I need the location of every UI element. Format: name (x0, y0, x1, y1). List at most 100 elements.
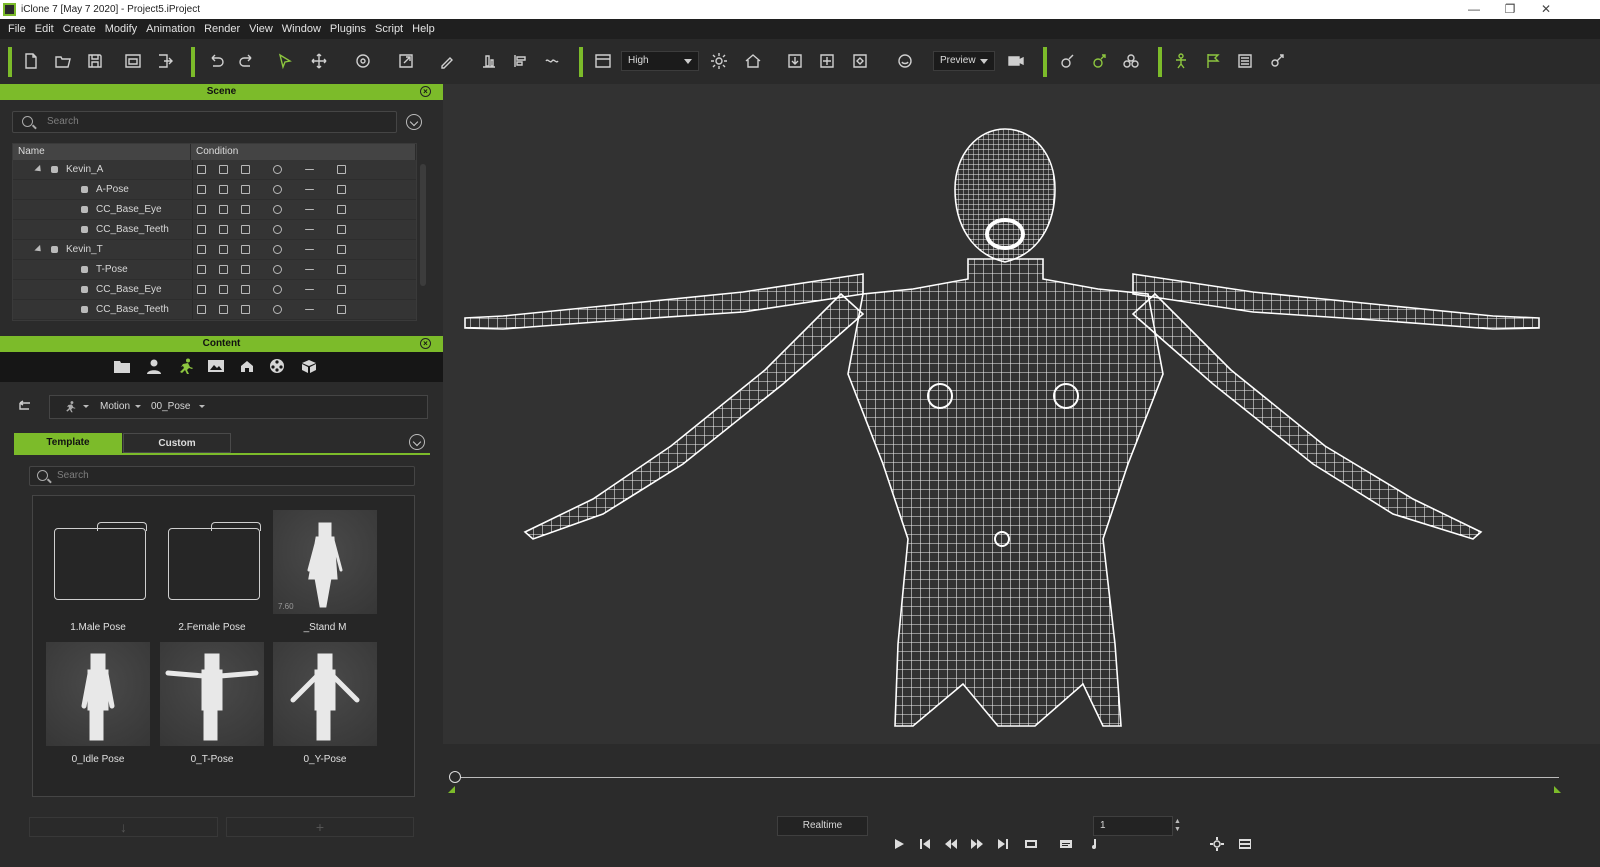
light-icon[interactable] (708, 50, 730, 72)
pick-icon[interactable] (436, 50, 458, 72)
camera-icon[interactable] (1005, 50, 1027, 72)
ik-edit-icon[interactable] (1056, 50, 1078, 72)
add-icon[interactable]: + (226, 817, 414, 837)
line-icon[interactable] (305, 189, 314, 190)
expression-icon[interactable] (894, 50, 916, 72)
pose-tile[interactable]: 0_T-Pose (160, 642, 264, 765)
timeline-toggle-icon[interactable] (1238, 837, 1254, 853)
stage-icon[interactable] (207, 358, 229, 376)
cube-icon[interactable] (241, 165, 250, 174)
align-icon[interactable] (510, 50, 532, 72)
mask-icon[interactable] (273, 285, 282, 294)
home-icon[interactable] (742, 50, 764, 72)
scene-tree-row[interactable]: Kevin_T (13, 240, 416, 260)
menu-create[interactable]: Create (59, 23, 101, 35)
line-icon[interactable] (305, 249, 314, 250)
play-icon[interactable] (892, 837, 908, 853)
menu-plugins[interactable]: Plugins (326, 23, 371, 35)
audio-note-icon[interactable] (1087, 837, 1103, 853)
fast-forward-icon[interactable] (970, 837, 986, 853)
mask-icon[interactable] (273, 265, 282, 274)
expand-triangle-icon[interactable] (34, 164, 44, 175)
actor-icon[interactable] (145, 358, 167, 376)
visibility-icon[interactable] (197, 285, 206, 294)
playback-settings-gear-icon[interactable] (1210, 837, 1226, 853)
menu-script[interactable]: Script (371, 23, 408, 35)
menu-help[interactable]: Help (408, 23, 440, 35)
frame-stepper-icon[interactable]: ▲ ▼ (1174, 818, 1181, 834)
link-icon[interactable] (337, 285, 346, 294)
tab-template[interactable]: Template (14, 433, 122, 453)
visibility-icon[interactable] (197, 245, 206, 254)
link-icon[interactable] (337, 225, 346, 234)
content-options-chevron-icon[interactable] (409, 434, 425, 450)
mask-icon[interactable] (273, 225, 282, 234)
range-end-marker-icon[interactable] (1554, 786, 1561, 793)
tab-custom[interactable]: Custom (123, 433, 231, 453)
character-pose-icon[interactable] (1170, 50, 1192, 72)
render-mode-dropdown[interactable]: Preview (933, 51, 995, 71)
lock-icon[interactable] (219, 305, 228, 314)
close-button[interactable]: ✕ (1528, 0, 1564, 19)
maximize-button[interactable]: ❐ (1492, 0, 1528, 19)
visibility-icon[interactable] (197, 305, 206, 314)
quality-dropdown[interactable]: High (621, 51, 699, 71)
3d-viewport[interactable] (443, 84, 1600, 744)
line-icon[interactable] (305, 309, 314, 310)
menu-view[interactable]: View (245, 23, 278, 35)
column-condition[interactable]: Condition (191, 144, 416, 160)
menu-window[interactable]: Window (278, 23, 326, 35)
content-search-input[interactable]: Search (29, 466, 415, 486)
range-start-marker-icon[interactable] (448, 786, 455, 793)
fit-view-icon[interactable] (816, 50, 838, 72)
link-icon[interactable] (337, 165, 346, 174)
menu-edit[interactable]: Edit (31, 23, 59, 35)
menu-file[interactable]: File (4, 23, 31, 35)
select-arrow-icon[interactable] (274, 50, 296, 72)
pose-tile[interactable]: 0_Idle Pose (46, 642, 150, 765)
line-icon[interactable] (305, 289, 314, 290)
mask-icon[interactable] (273, 205, 282, 214)
back-icon[interactable] (17, 400, 31, 412)
mask-icon[interactable] (273, 185, 282, 194)
lock-icon[interactable] (219, 225, 228, 234)
skip-start-icon[interactable] (918, 837, 934, 853)
cube-icon[interactable] (241, 245, 250, 254)
pose-tile[interactable]: 0_Y-Pose (273, 642, 377, 765)
expand-triangle-icon[interactable] (34, 244, 44, 255)
crumb-motion[interactable]: Motion (100, 396, 130, 418)
cube-icon[interactable] (241, 225, 250, 234)
folder-tile[interactable]: 1.Male Pose (46, 510, 150, 633)
media-icon[interactable] (268, 358, 290, 376)
menu-render[interactable]: Render (200, 23, 245, 35)
group-icon[interactable] (1120, 50, 1142, 72)
visibility-icon[interactable] (197, 205, 206, 214)
align-bottom-icon[interactable] (478, 50, 500, 72)
pose-tile[interactable]: 7.60 _Stand M (273, 510, 377, 633)
lock-icon[interactable] (219, 185, 228, 194)
link-icon[interactable] (337, 245, 346, 254)
visibility-icon[interactable] (197, 225, 206, 234)
move-icon[interactable] (308, 50, 330, 72)
menu-animation[interactable]: Animation (142, 23, 200, 35)
visibility-icon[interactable] (197, 265, 206, 274)
link-icon[interactable] (337, 185, 346, 194)
set-icon[interactable] (238, 358, 260, 376)
motion-puppet-icon[interactable] (1088, 50, 1110, 72)
mask-icon[interactable] (273, 165, 282, 174)
close-circle-icon[interactable]: × (420, 338, 431, 349)
cube-icon[interactable] (241, 265, 250, 274)
project-folder-icon[interactable] (113, 358, 135, 376)
scene-options-chevron-icon[interactable] (406, 114, 422, 130)
camera-frame-icon[interactable] (849, 50, 871, 72)
lock-icon[interactable] (219, 285, 228, 294)
visibility-icon[interactable] (197, 165, 206, 174)
scene-tree-row[interactable]: CC_Base_Teeth (13, 300, 416, 320)
download-icon[interactable]: ↓ (29, 817, 218, 837)
link-icon[interactable] (337, 205, 346, 214)
scene-scrollbar[interactable] (420, 164, 426, 286)
new-file-icon[interactable] (20, 50, 42, 72)
link-icon[interactable] (337, 305, 346, 314)
lock-icon[interactable] (219, 205, 228, 214)
subtitle-icon[interactable] (1059, 837, 1075, 853)
